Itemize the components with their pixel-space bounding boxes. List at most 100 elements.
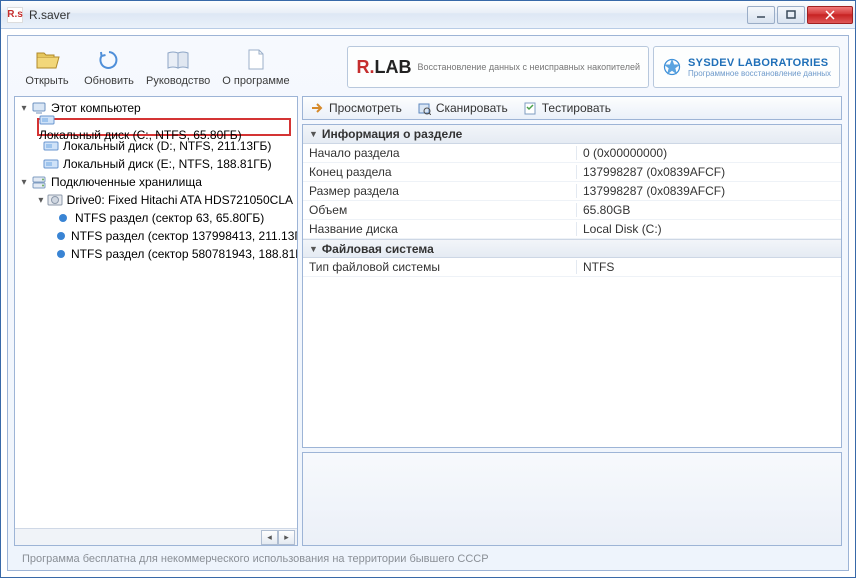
disk-icon [39, 112, 55, 128]
info-row: Объем 65.80GB [303, 201, 841, 220]
device-tree[interactable]: ▾ Этот компьютер Локальный д [15, 97, 297, 528]
app-icon: R.s [7, 7, 23, 23]
tree-label: NTFS раздел (сектор 137998413, 211.13ГБ) [71, 229, 297, 243]
test-button[interactable]: Тестировать [522, 100, 611, 116]
bottom-panel [302, 452, 842, 546]
tree-node-partition[interactable]: NTFS раздел (сектор 63, 65.80ГБ) [15, 209, 297, 227]
collapse-icon[interactable]: ▾ [19, 177, 29, 188]
main-toolbar: Открыть Обновить Руководство [12, 40, 844, 94]
partition-icon [55, 246, 67, 262]
action-label: Тестировать [542, 101, 611, 115]
open-label: Открыть [25, 75, 68, 87]
about-button[interactable]: О программе [216, 45, 295, 89]
tree-node-disk-d[interactable]: Локальный диск (D:, NTFS, 211.13ГБ) [15, 137, 297, 155]
disk-icon [43, 156, 59, 172]
section-filesystem[interactable]: ▼ Файловая система [303, 239, 841, 258]
book-icon [164, 47, 192, 73]
info-row: Тип файловой системы NTFS [303, 258, 841, 277]
disk-icon [43, 138, 59, 154]
rlab-subtitle: Восстановление данных с неисправных нако… [417, 62, 640, 73]
info-value: 137998287 (0x0839AFCF) [577, 165, 841, 179]
tree-label: Локальный диск (E:, NTFS, 188.81ГБ) [63, 157, 272, 171]
close-button[interactable] [807, 6, 853, 24]
info-value: Local Disk (C:) [577, 222, 841, 236]
folder-open-icon [33, 47, 61, 73]
tree-node-storages[interactable]: ▾ Подключенные хранилища [15, 173, 297, 191]
manual-button[interactable]: Руководство [140, 45, 216, 89]
info-row: Конец раздела 137998287 (0x0839AFCF) [303, 163, 841, 182]
right-column: Просмотреть Сканировать Те [302, 94, 844, 548]
maximize-button[interactable] [777, 6, 805, 24]
info-row: Размер раздела 137998287 (0x0839AFCF) [303, 182, 841, 201]
manual-label: Руководство [146, 75, 210, 87]
status-bar: Программа бесплатна для некоммерческого … [12, 548, 844, 570]
titlebar[interactable]: R.s R.saver [1, 1, 855, 29]
horizontal-scrollbar[interactable]: ◂ ▸ [15, 528, 297, 545]
section-title: Информация о разделе [322, 127, 462, 141]
refresh-button[interactable]: Обновить [78, 45, 140, 89]
info-key: Название диска [303, 222, 577, 236]
info-value: 0 (0x00000000) [577, 146, 841, 160]
storage-icon [31, 174, 47, 190]
info-key: Размер раздела [303, 184, 577, 198]
tree-label: NTFS раздел (сектор 580781943, 188.81ГБ) [71, 247, 297, 261]
info-panel[interactable]: ▼ Информация о разделе Начало раздела 0 … [302, 124, 842, 448]
collapse-icon[interactable]: ▾ [19, 103, 29, 114]
info-key: Конец раздела [303, 165, 577, 179]
info-row: Начало раздела 0 (0x00000000) [303, 144, 841, 163]
tree-node-disk-c[interactable]: Локальный диск (C:, NTFS, 65.80ГБ) [37, 118, 291, 136]
info-key: Начало раздела [303, 146, 577, 160]
info-row: Название диска Local Disk (C:) [303, 220, 841, 239]
scan-button[interactable]: Сканировать [416, 100, 508, 116]
scroll-left-button[interactable]: ◂ [261, 530, 278, 545]
status-text: Программа бесплатна для некоммерческого … [22, 553, 489, 565]
tree-node-disk-e[interactable]: Локальный диск (E:, NTFS, 188.81ГБ) [15, 155, 297, 173]
hdd-icon [47, 192, 63, 208]
partition-icon [55, 228, 67, 244]
info-key: Тип файловой системы [303, 260, 577, 274]
partition-icon [55, 210, 71, 226]
tree-node-partition[interactable]: NTFS раздел (сектор 580781943, 188.81ГБ) [15, 245, 297, 263]
about-label: О программе [222, 75, 289, 87]
action-bar: Просмотреть Сканировать Те [302, 96, 842, 120]
open-button[interactable]: Открыть [16, 45, 78, 89]
tree-label: Drive0: Fixed Hitachi ATA HDS721050CLA [67, 193, 293, 207]
tree-label: Подключенные хранилища [51, 175, 202, 189]
info-value: NTFS [577, 260, 841, 274]
client-inner: Открыть Обновить Руководство [7, 35, 849, 571]
sysdev-subtitle: Программное восстановление данных [688, 69, 831, 78]
window-title: R.saver [29, 8, 747, 22]
chevron-down-icon: ▼ [309, 244, 318, 254]
test-icon [522, 100, 538, 116]
app-window: R.s R.saver Открыть [0, 0, 856, 578]
scan-icon [416, 100, 432, 116]
tree-node-drive0[interactable]: ▾ Drive0: Fixed Hitachi ATA HDS721050CLA [15, 191, 297, 209]
refresh-icon [95, 47, 123, 73]
rlab-logo-link[interactable]: R.LAB Восстановление данных с неисправны… [347, 46, 649, 88]
tree-node-partition[interactable]: NTFS раздел (сектор 137998413, 211.13ГБ) [15, 227, 297, 245]
chevron-down-icon: ▼ [309, 129, 318, 139]
section-partition-info[interactable]: ▼ Информация о разделе [303, 125, 841, 144]
sysdev-logo-icon [662, 57, 682, 77]
info-value: 65.80GB [577, 203, 841, 217]
tree-label: Локальный диск (D:, NTFS, 211.13ГБ) [63, 139, 271, 153]
collapse-icon[interactable]: ▾ [37, 195, 45, 206]
info-key: Объем [303, 203, 577, 217]
sysdev-logo-link[interactable]: SYSDEV LABORATORIES Программное восстано… [653, 46, 840, 88]
tree-label: NTFS раздел (сектор 63, 65.80ГБ) [75, 211, 264, 225]
client-outer: Открыть Обновить Руководство [1, 29, 855, 577]
rlab-logo-icon: R.LAB [356, 57, 411, 78]
main-split: ▾ Этот компьютер Локальный д [12, 94, 844, 548]
document-icon [242, 47, 270, 73]
action-label: Сканировать [436, 101, 508, 115]
section-title: Файловая система [322, 242, 434, 256]
device-tree-panel: ▾ Этот компьютер Локальный д [14, 96, 298, 546]
scroll-right-button[interactable]: ▸ [278, 530, 295, 545]
info-value: 137998287 (0x0839AFCF) [577, 184, 841, 198]
sysdev-title: SYSDEV LABORATORIES [688, 57, 831, 69]
view-button[interactable]: Просмотреть [309, 100, 402, 116]
refresh-label: Обновить [84, 75, 134, 87]
minimize-button[interactable] [747, 6, 775, 24]
arrow-right-icon [309, 100, 325, 116]
action-label: Просмотреть [329, 101, 402, 115]
